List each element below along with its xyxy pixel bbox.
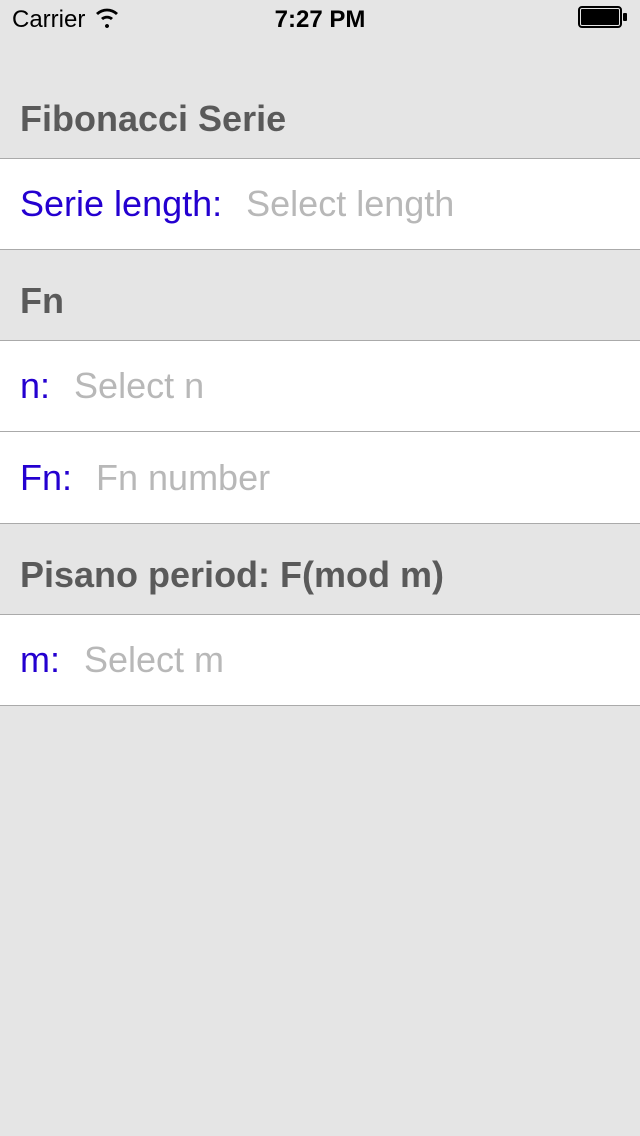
fn-label: Fn: — [20, 457, 72, 499]
status-right — [578, 6, 628, 35]
status-time: 7:27 PM — [275, 6, 366, 34]
n-input[interactable] — [74, 365, 620, 407]
status-left: Carrier — [12, 6, 121, 35]
carrier-label: Carrier — [12, 6, 85, 34]
section-header-pisano: Pisano period: F(mod m) — [0, 524, 640, 614]
cell-serie-length[interactable]: Serie length: — [0, 158, 640, 250]
serie-length-input[interactable] — [246, 183, 640, 225]
cell-fn[interactable]: Fn: — [0, 432, 640, 524]
wifi-icon — [93, 6, 121, 35]
fn-input[interactable] — [96, 457, 620, 499]
serie-length-label: Serie length: — [20, 183, 222, 225]
n-label: n: — [20, 365, 50, 407]
battery-icon — [578, 6, 628, 35]
section-header-fibonacci: Fibonacci Serie — [0, 68, 640, 158]
cell-n[interactable]: n: — [0, 340, 640, 432]
section-header-fn: Fn — [0, 250, 640, 340]
m-input[interactable] — [84, 639, 620, 681]
content-area: Fibonacci Serie Serie length: Fn n: Fn: … — [0, 68, 640, 706]
status-bar: Carrier 7:27 PM — [0, 0, 640, 40]
m-label: m: — [20, 639, 60, 681]
cell-m[interactable]: m: — [0, 614, 640, 706]
